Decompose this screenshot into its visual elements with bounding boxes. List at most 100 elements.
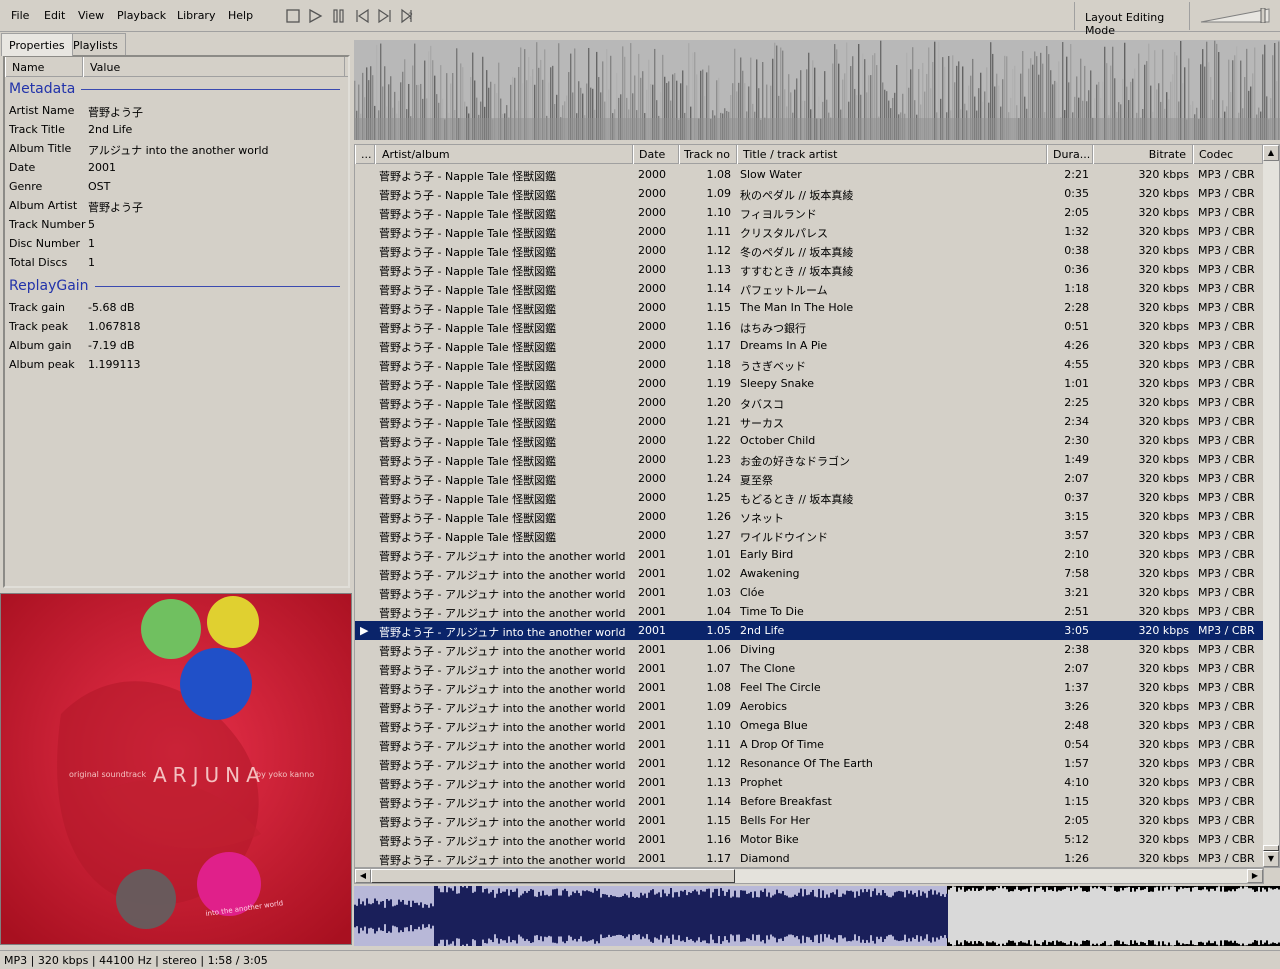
previous-icon[interactable] [353, 7, 371, 25]
column-track-no[interactable]: Track no [679, 145, 737, 164]
cell-artist: 菅野よう子 - アルジュナ into the another world [379, 797, 626, 810]
menu-playback[interactable]: Playback [117, 9, 166, 22]
stop-icon[interactable] [284, 7, 302, 25]
menu-library[interactable]: Library [177, 9, 215, 22]
property-row[interactable]: Track peak 1.067818 [5, 317, 348, 336]
pause-icon[interactable] [330, 7, 348, 25]
table-row[interactable]: 菅野よう子 - Napple Tale 怪獣図鑑 2000 1.27 ワイルドウインド… [355, 526, 1263, 545]
property-row[interactable]: Album peak 1.199113 [5, 355, 348, 374]
cell-bitrate: 320 kbps [1138, 605, 1189, 618]
horizontal-scroll-thumb[interactable] [371, 869, 735, 883]
cell-track: 1.13 [706, 776, 732, 789]
cell-codec: MP3 / CBR [1198, 225, 1255, 238]
vertical-scrollbar[interactable]: ▲ ▼ [1263, 145, 1279, 867]
cell-title: パフェットルーム [740, 284, 828, 297]
layout-editing-mode-button[interactable]: Layout Editing Mode [1074, 2, 1190, 37]
random-icon[interactable]: ? [399, 7, 417, 25]
table-row[interactable]: 菅野よう子 - アルジュナ into the another world 2001… [355, 811, 1263, 830]
cell-duration: 0:51 [1064, 320, 1089, 333]
cell-bitrate: 320 kbps [1138, 263, 1189, 276]
table-row[interactable]: 菅野よう子 - アルジュナ into the another world 2001… [355, 564, 1263, 583]
column-value[interactable]: Value [83, 57, 345, 77]
table-row[interactable]: 菅野よう子 - アルジュナ into the another world 2001… [355, 602, 1263, 621]
table-row[interactable]: 菅野よう子 - アルジュナ into the another world 2001… [355, 545, 1263, 564]
table-row[interactable]: 菅野よう子 - Napple Tale 怪獣図鑑 2000 1.10 フィヨルランド 2… [355, 203, 1263, 222]
volume-slider[interactable] [1200, 7, 1270, 24]
table-row[interactable]: 菅野よう子 - Napple Tale 怪獣図鑑 2000 1.16 はちみつ銀行 0:… [355, 317, 1263, 336]
column-codec[interactable]: Codec [1193, 145, 1263, 164]
menu-help[interactable]: Help [228, 9, 253, 22]
column-name[interactable]: Name [5, 57, 83, 77]
column-duration[interactable]: Dura... [1047, 145, 1093, 164]
scroll-up-icon[interactable]: ▲ [1263, 145, 1279, 161]
table-row-selected[interactable]: ▶ 菅野よう子 - アルジュナ into the another world 200… [355, 621, 1263, 640]
table-row[interactable]: 菅野よう子 - Napple Tale 怪獣図鑑 2000 1.12 冬のペダル //… [355, 241, 1263, 260]
table-row[interactable]: 菅野よう子 - Napple Tale 怪獣図鑑 2000 1.18 うさぎベッド 4:… [355, 355, 1263, 374]
tab-playlists[interactable]: Playlists [65, 33, 126, 55]
table-row[interactable]: 菅野よう子 - アルジュナ into the another world 2001… [355, 659, 1263, 678]
column-artist-album[interactable]: Artist/album [375, 145, 633, 164]
scroll-down-icon[interactable]: ▼ [1263, 851, 1279, 867]
property-row[interactable]: Album Artist 菅野よう子 [5, 196, 348, 215]
table-row[interactable]: 菅野よう子 - アルジュナ into the another world 2001… [355, 754, 1263, 773]
cell-date: 2001 [638, 605, 666, 618]
table-row[interactable]: 菅野よう子 - アルジュナ into the another world 2001… [355, 735, 1263, 754]
horizontal-scrollbar[interactable]: ◀ ▶ [354, 868, 1264, 884]
table-row[interactable]: 菅野よう子 - Napple Tale 怪獣図鑑 2000 1.26 ソネット 3:15… [355, 507, 1263, 526]
table-row[interactable]: 菅野よう子 - Napple Tale 怪獣図鑑 2000 1.19 Sleepy S… [355, 374, 1263, 393]
cell-title: ワイルドウインド [740, 531, 828, 544]
table-row[interactable]: 菅野よう子 - Napple Tale 怪獣図鑑 2000 1.14 パフェットルーム… [355, 279, 1263, 298]
table-row[interactable]: 菅野よう子 - Napple Tale 怪獣図鑑 2000 1.23 お金の好きなドラ… [355, 450, 1263, 469]
menu-edit[interactable]: Edit [44, 9, 65, 22]
table-row[interactable]: 菅野よう子 - アルジュナ into the another world 2001… [355, 640, 1263, 659]
column-playing[interactable]: ... [355, 145, 375, 164]
table-row[interactable]: 菅野よう子 - アルジュナ into the another world 2001… [355, 583, 1263, 602]
tab-properties[interactable]: Properties [1, 33, 73, 56]
play-icon[interactable] [306, 7, 324, 25]
table-row[interactable]: 菅野よう子 - Napple Tale 怪獣図鑑 2000 1.17 Dreams I… [355, 336, 1263, 355]
table-row[interactable]: 菅野よう子 - アルジュナ into the another world 2001… [355, 792, 1263, 811]
playlist-header: ... Artist/album Date Track no Title / t… [355, 145, 1263, 164]
table-row[interactable]: 菅野よう子 - Napple Tale 怪獣図鑑 2000 1.21 サーカス 2:34… [355, 412, 1263, 431]
waveform-seekbar[interactable] [354, 886, 1280, 946]
table-row[interactable]: 菅野よう子 - Napple Tale 怪獣図鑑 2000 1.08 Slow Wat… [355, 165, 1263, 184]
cell-title: うさぎベッド [740, 360, 806, 373]
table-row[interactable]: 菅野よう子 - アルジュナ into the another world 2001… [355, 830, 1263, 849]
column-title[interactable]: Title / track artist [737, 145, 1047, 164]
property-row[interactable]: Track gain -5.68 dB [5, 298, 348, 317]
menu-view[interactable]: View [78, 9, 104, 22]
table-row[interactable]: 菅野よう子 - Napple Tale 怪獣図鑑 2000 1.25 もどるとき //… [355, 488, 1263, 507]
property-row[interactable]: Date 2001 [5, 158, 348, 177]
property-row[interactable]: Track Title 2nd Life [5, 120, 348, 139]
table-row[interactable]: 菅野よう子 - Napple Tale 怪獣図鑑 2000 1.22 October … [355, 431, 1263, 450]
property-row[interactable]: Artist Name 菅野よう子 [5, 101, 348, 120]
table-row[interactable]: 菅野よう子 - Napple Tale 怪獣図鑑 2000 1.13 すすむとき //… [355, 260, 1263, 279]
table-row[interactable]: 菅野よう子 - Napple Tale 怪獣図鑑 2000 1.20 タバスコ 2:25… [355, 393, 1263, 412]
property-value: 2001 [88, 161, 116, 174]
table-row[interactable]: 菅野よう子 - アルジュナ into the another world 2001… [355, 849, 1263, 868]
table-row[interactable]: 菅野よう子 - Napple Tale 怪獣図鑑 2000 1.15 The Man … [355, 298, 1263, 317]
column-date[interactable]: Date [633, 145, 679, 164]
svg-text:?: ? [408, 12, 413, 22]
property-row[interactable]: Genre OST [5, 177, 348, 196]
menu-file[interactable]: File [11, 9, 29, 22]
table-row[interactable]: 菅野よう子 - Napple Tale 怪獣図鑑 2000 1.24 夏至祭 2:07 3… [355, 469, 1263, 488]
table-row[interactable]: 菅野よう子 - アルジュナ into the another world 2001… [355, 678, 1263, 697]
property-row[interactable]: Disc Number 1 [5, 234, 348, 253]
table-row[interactable]: 菅野よう子 - アルジュナ into the another world 2001… [355, 773, 1263, 792]
next-icon[interactable] [376, 7, 394, 25]
cell-track: 1.09 [706, 700, 732, 713]
table-row[interactable]: 菅野よう子 - アルジュナ into the another world 2001… [355, 697, 1263, 716]
property-row[interactable]: Track Number 5 [5, 215, 348, 234]
table-row[interactable]: 菅野よう子 - Napple Tale 怪獣図鑑 2000 1.11 クリスタルパレス… [355, 222, 1263, 241]
property-row[interactable]: Total Discs 1 [5, 253, 348, 272]
property-row[interactable]: Album gain -7.19 dB [5, 336, 348, 355]
table-row[interactable]: 菅野よう子 - Napple Tale 怪獣図鑑 2000 1.09 秋のペダル //… [355, 184, 1263, 203]
scroll-right-icon[interactable]: ▶ [1247, 869, 1263, 883]
property-row[interactable]: Album Title アルジュナ into the another world [5, 139, 348, 158]
scroll-left-icon[interactable]: ◀ [355, 869, 371, 883]
table-row[interactable]: 菅野よう子 - アルジュナ into the another world 2001… [355, 716, 1263, 735]
cell-duration: 3:05 [1064, 624, 1089, 637]
property-value: アルジュナ into the another world [88, 144, 269, 157]
column-bitrate[interactable]: Bitrate [1093, 145, 1193, 164]
